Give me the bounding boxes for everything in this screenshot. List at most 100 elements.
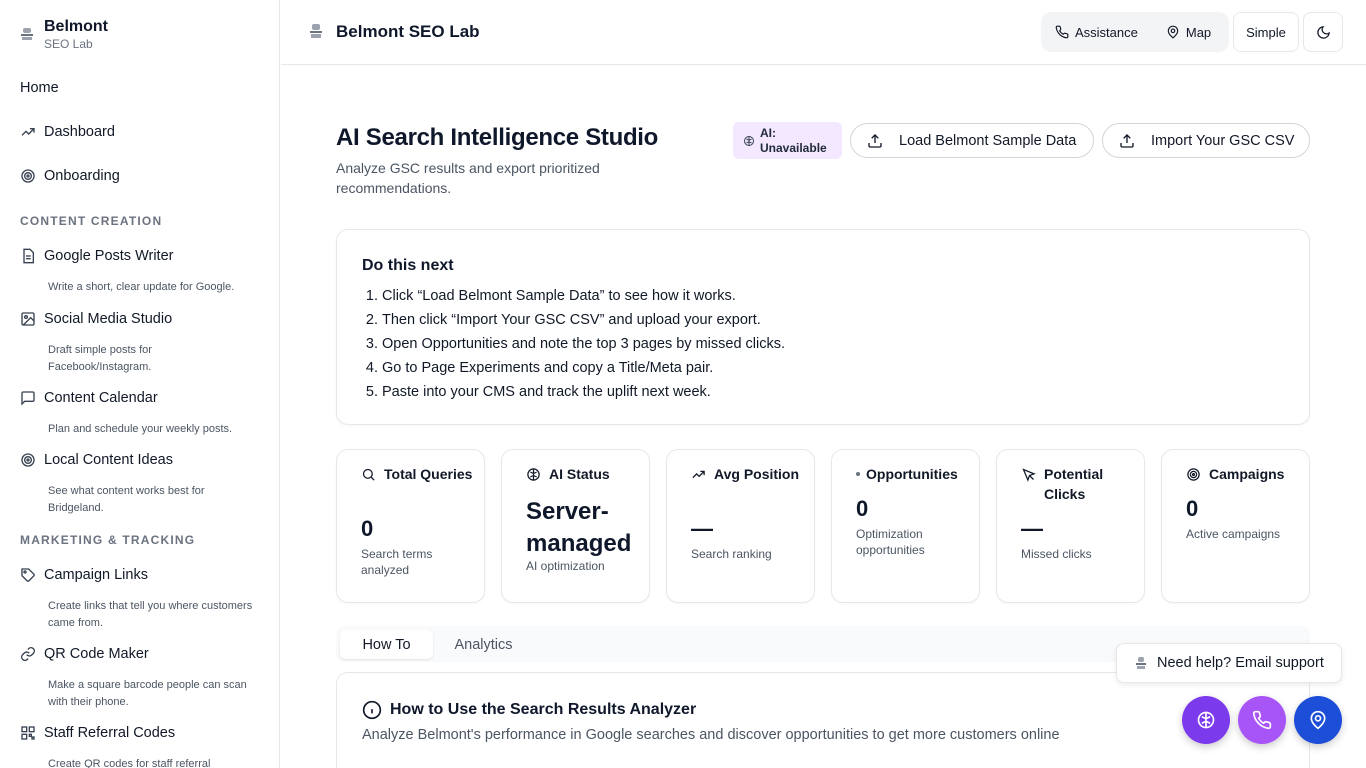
- stat-value: —: [1021, 516, 1043, 541]
- stat-value: 0: [856, 496, 869, 521]
- sidebar-item-google-posts-writer[interactable]: Google Posts Writer: [20, 245, 263, 267]
- tag-icon: [21, 568, 35, 582]
- stat-label: Campaigns: [1209, 466, 1285, 482]
- target-icon: [21, 453, 35, 467]
- target-icon: [21, 169, 35, 183]
- page-title: AI Search Intelligence Studio: [336, 124, 659, 151]
- moon-icon: [1316, 25, 1330, 39]
- stat-subtext: Missed clicks: [1021, 547, 1092, 561]
- step-item: Open Opportunities and note the top 3 pa…: [382, 332, 785, 356]
- stat-value: Server-managed: [526, 498, 632, 557]
- ai-assistant-fab[interactable]: [1182, 696, 1230, 744]
- sidebar-item-label: Content Calendar: [44, 390, 158, 406]
- cursor-icon: [1022, 468, 1036, 482]
- sidebar-item-description: Make a square barcode people can scan wi…: [48, 679, 247, 708]
- sidebar-item-staff-referral-codes[interactable]: Staff Referral Codes: [20, 722, 263, 744]
- upload-icon: [868, 133, 882, 148]
- sidebar: Belmont SEO Lab Home Dashboard Onboardin…: [0, 0, 280, 768]
- sidebar-item-label: Staff Referral Codes: [44, 725, 176, 741]
- sidebar-item-qr-code-maker[interactable]: QR Code Maker: [20, 643, 263, 665]
- header-pill-group: Assistance Map: [1041, 12, 1229, 52]
- stat-card-total-queries: Total Queries 0 Search terms analyzed: [336, 449, 485, 603]
- sidebar-item-dashboard[interactable]: Dashboard: [20, 121, 263, 143]
- brand[interactable]: Belmont SEO Lab: [20, 17, 108, 51]
- do-this-next-card: Do this next Click “Load Belmont Sample …: [336, 229, 1310, 425]
- phone-icon: [1252, 710, 1272, 730]
- trending-up-icon: [692, 470, 705, 479]
- sidebar-item-description: Plan and schedule your weekly posts.: [48, 423, 233, 435]
- map-label: Map: [1185, 24, 1212, 40]
- ai-badge-line2: Unavailable: [760, 140, 827, 155]
- sidebar-item-home[interactable]: Home: [20, 77, 263, 99]
- brand-subtitle: SEO Lab: [44, 37, 93, 51]
- ai-status-badge: AI: Unavailable: [733, 122, 842, 159]
- do-this-next-title: Do this next: [362, 257, 454, 274]
- sidebar-item-content-calendar[interactable]: Content Calendar: [20, 387, 263, 409]
- top-header: Belmont SEO Lab Assistance Map Simple: [281, 0, 1366, 65]
- call-fab[interactable]: [1238, 696, 1286, 744]
- step-item: Then click “Import Your GSC CSV” and upl…: [382, 308, 785, 332]
- import-gsc-csv-label: Import Your GSC CSV: [1151, 132, 1295, 149]
- sidebar-item-campaign-links[interactable]: Campaign Links: [20, 564, 263, 586]
- section-title-content-creation: CONTENT CREATION: [20, 214, 163, 228]
- assistance-label: Assistance: [1075, 24, 1138, 40]
- stat-subtext: Optimization opportunities: [856, 527, 925, 557]
- how-to-description: Analyze Belmont's performance in Google …: [362, 727, 1060, 743]
- sidebar-item-description: See what content works best for Bridgela…: [48, 485, 205, 514]
- tab-analytics[interactable]: Analytics: [437, 630, 530, 659]
- brand-name: Belmont: [44, 18, 108, 35]
- step-item: Paste into your CMS and track the uplift…: [382, 380, 785, 404]
- sidebar-item-label: Dashboard: [44, 124, 115, 140]
- map-pin-icon: [1310, 710, 1326, 730]
- sidebar-item-description: Create QR codes for staff referral: [48, 758, 211, 768]
- brain-icon: [744, 135, 754, 146]
- sidebar-item-social-media-studio[interactable]: Social Media Studio: [20, 308, 263, 330]
- theme-toggle-button[interactable]: [1303, 12, 1343, 52]
- how-to-title: How to Use the Search Results Analyzer: [362, 700, 696, 720]
- stat-label: Avg Position: [714, 466, 800, 482]
- sidebar-item-description: Draft simple posts for Facebook/Instagra…: [48, 344, 152, 373]
- brain-icon: [527, 468, 540, 481]
- stat-card-avg-position: Avg Position — Search ranking: [666, 449, 815, 603]
- sidebar-item-label: QR Code Maker: [44, 646, 149, 662]
- steps-list: Click “Load Belmont Sample Data” to see …: [382, 284, 785, 404]
- simple-mode-label: Simple: [1246, 24, 1286, 40]
- stat-card-opportunities: Opportunities 0 Optimization opportuniti…: [831, 449, 980, 603]
- link-icon: [21, 647, 35, 661]
- load-sample-data-button[interactable]: Load Belmont Sample Data: [850, 123, 1094, 158]
- stat-subtext: Search terms analyzed: [361, 547, 433, 577]
- info-icon: [362, 700, 382, 720]
- trending-up-icon: [21, 128, 35, 136]
- tab-how-to[interactable]: How To: [340, 630, 433, 659]
- upload-icon: [1120, 133, 1134, 148]
- email-support-button[interactable]: Need help? Email support: [1116, 643, 1342, 683]
- map-fab[interactable]: [1294, 696, 1342, 744]
- ai-badge-line1: AI:: [760, 125, 776, 140]
- load-sample-data-label: Load Belmont Sample Data: [899, 132, 1077, 149]
- map-pin-icon: [1167, 25, 1179, 39]
- stat-card-campaigns: Campaigns 0 Active campaigns: [1161, 449, 1310, 603]
- email-support-label: Need help? Email support: [1157, 655, 1324, 671]
- assistance-button[interactable]: Assistance: [1041, 12, 1152, 52]
- map-button[interactable]: Map: [1152, 12, 1225, 52]
- sidebar-item-label: Campaign Links: [44, 567, 148, 583]
- import-gsc-csv-button[interactable]: Import Your GSC CSV: [1102, 123, 1310, 158]
- file-text-icon: [23, 248, 34, 264]
- how-to-title-text: How to Use the Search Results Analyzer: [390, 701, 697, 718]
- stat-label: Opportunities: [866, 466, 958, 482]
- stat-subtext: Active campaigns: [1186, 527, 1281, 541]
- stat-subtext: AI optimization: [526, 559, 605, 573]
- sidebar-item-label: Onboarding: [44, 168, 120, 184]
- logo-icon: [21, 28, 33, 40]
- sidebar-item-description: Create links that tell you where custome…: [48, 600, 253, 629]
- stat-card-ai-status: AI Status Server-managed AI optimization: [501, 449, 650, 603]
- sidebar-item-onboarding[interactable]: Onboarding: [20, 165, 263, 187]
- sidebar-item-local-content-ideas[interactable]: Local Content Ideas: [20, 449, 263, 471]
- qr-code-icon: [21, 726, 35, 740]
- logo-icon: [1136, 657, 1146, 669]
- simple-mode-button[interactable]: Simple: [1233, 12, 1299, 52]
- image-icon: [21, 312, 35, 326]
- stat-label: Potential Clicks: [1044, 466, 1104, 502]
- stat-value: —: [691, 516, 713, 541]
- logo-icon: [310, 24, 322, 38]
